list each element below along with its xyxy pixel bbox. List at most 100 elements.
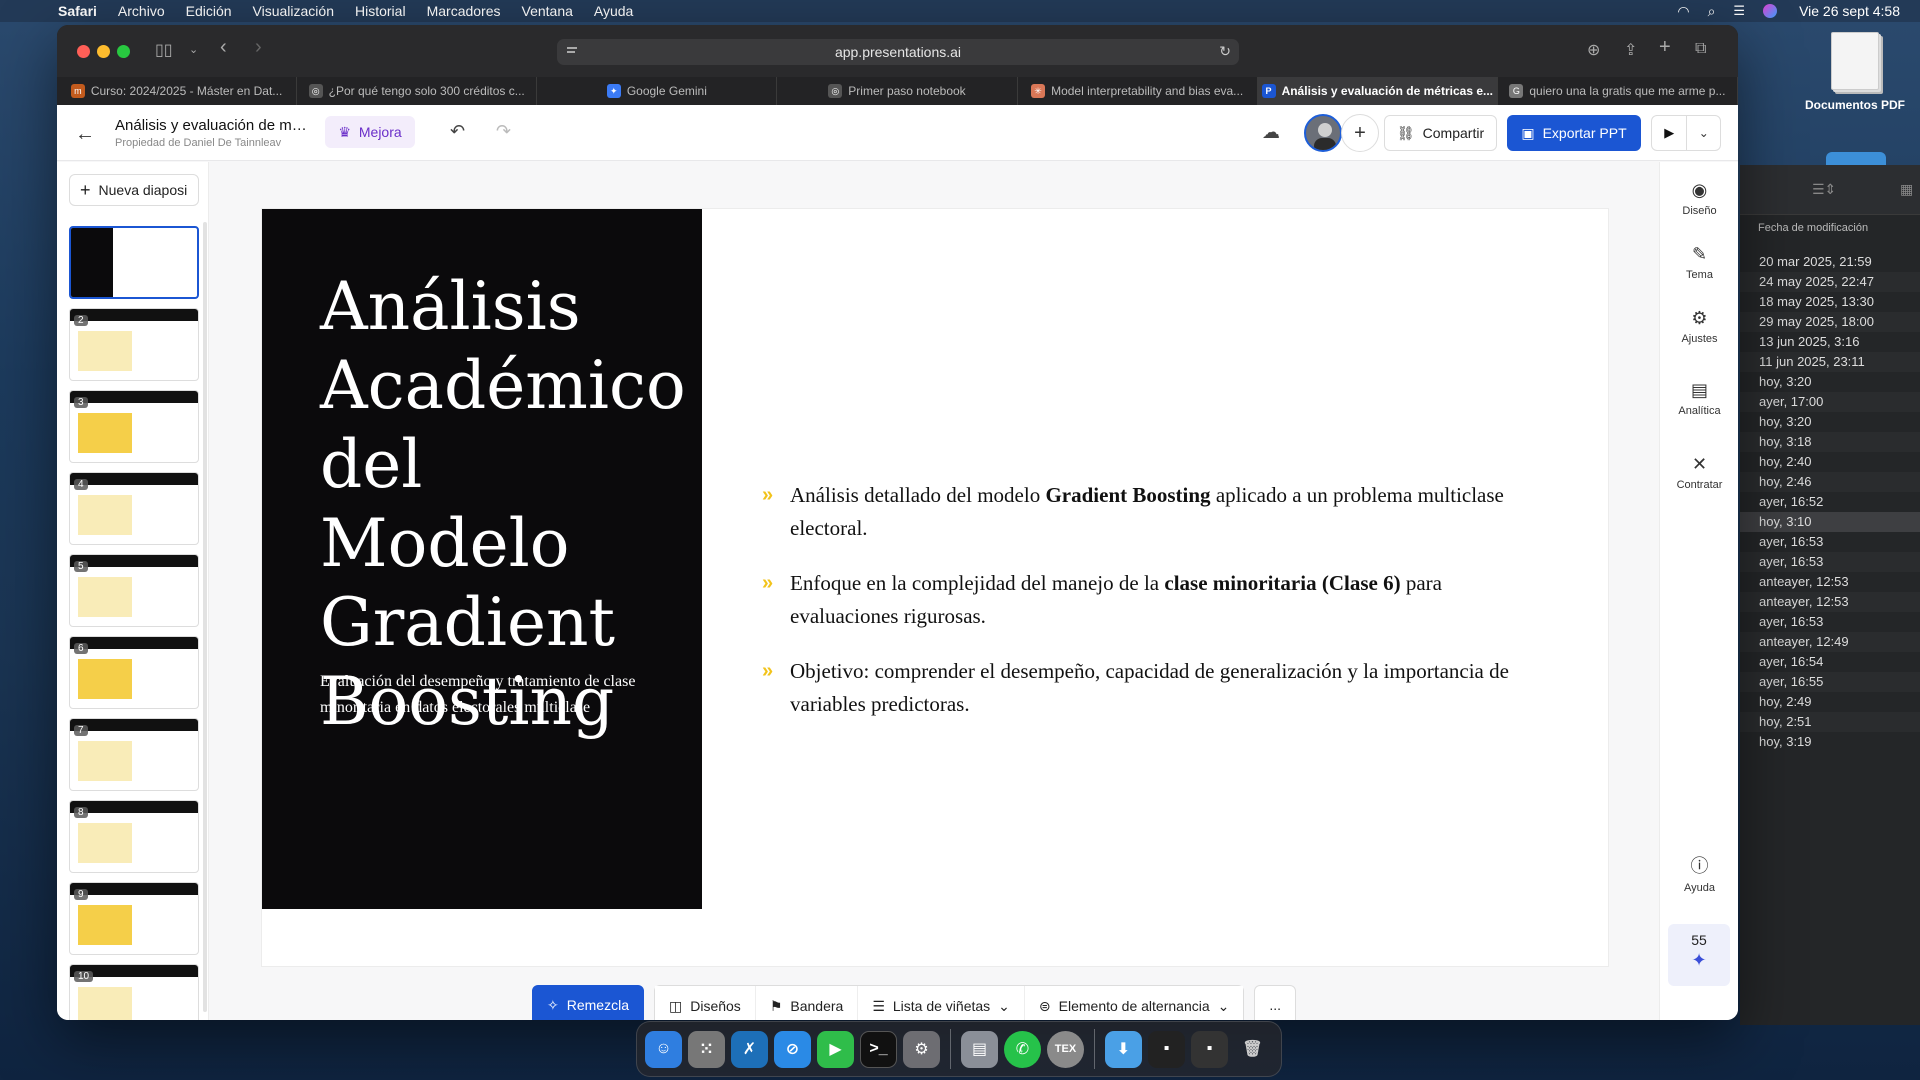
finder-row[interactable]: ayer, 16:53: [1740, 532, 1920, 552]
more-options-button[interactable]: ...: [1254, 985, 1297, 1020]
apple-icon[interactable]: [20, 2, 38, 20]
cloud-sync-icon[interactable]: ☁: [1262, 122, 1280, 143]
browser-tab[interactable]: ✦ Google Gemini: [537, 77, 778, 105]
downloads-icon[interactable]: ⊕: [1587, 40, 1600, 60]
window-thumb-icon[interactable]: ▪: [1148, 1030, 1185, 1068]
slide-thumbnail[interactable]: 2: [69, 308, 199, 381]
finder-row[interactable]: hoy, 2:40: [1740, 452, 1920, 472]
minimize-window-button[interactable]: [97, 45, 110, 58]
finder-row[interactable]: 11 jun 2025, 23:11: [1740, 352, 1920, 372]
flag-button[interactable]: ⚑ Bandera: [755, 986, 859, 1020]
slide-thumbnail[interactable]: 3: [69, 390, 199, 463]
add-collaborator-button[interactable]: +: [1341, 114, 1379, 152]
siri-icon[interactable]: [1763, 4, 1778, 18]
finder-app-icon[interactable]: ☺: [645, 1030, 682, 1068]
slide-thumbnail[interactable]: 8: [69, 800, 199, 873]
finder-row[interactable]: 13 jun 2025, 3:16: [1740, 332, 1920, 352]
settings-tool[interactable]: ⚙ Ajustes: [1660, 308, 1738, 345]
remix-button[interactable]: ✧ Remezcla: [532, 985, 644, 1020]
finder-row[interactable]: hoy, 3:10: [1740, 512, 1920, 532]
finder-row[interactable]: hoy, 2:49: [1740, 692, 1920, 712]
share-button[interactable]: ⛓ Compartir: [1384, 115, 1497, 151]
menu-historial[interactable]: Historial: [355, 3, 406, 19]
terminal-app-icon[interactable]: >_: [860, 1030, 897, 1068]
menu-ayuda[interactable]: Ayuda: [594, 3, 633, 19]
finder-row[interactable]: 18 may 2025, 13:30: [1740, 292, 1920, 312]
toggle-element-dropdown[interactable]: ⊜ Elemento de alternancia ⌄: [1024, 986, 1244, 1020]
facetime-app-icon[interactable]: ▶: [817, 1030, 854, 1068]
slide-subtitle[interactable]: Evaluación del desempeño y tratamiento d…: [320, 669, 640, 721]
slide-canvas[interactable]: Análisis Académico del Modelo Gradient B…: [262, 209, 1608, 966]
slide-thumbnail[interactable]: 4: [69, 472, 199, 545]
forward-icon[interactable]: ›: [255, 36, 262, 59]
finder-row[interactable]: hoy, 3:18: [1740, 432, 1920, 452]
control-center-icon[interactable]: ☰: [1733, 3, 1745, 19]
page-settings-icon[interactable]: [565, 44, 579, 58]
finder-row[interactable]: hoy, 3:20: [1740, 372, 1920, 392]
vscode-app-icon[interactable]: ✗: [731, 1030, 768, 1068]
wifi-icon[interactable]: ◠: [1677, 3, 1689, 20]
window-thumb-icon[interactable]: ▪: [1191, 1030, 1228, 1068]
finder-column-header[interactable]: Fecha de modificación: [1740, 222, 1920, 240]
design-tool[interactable]: ◉ Diseño: [1660, 180, 1738, 217]
finder-row[interactable]: anteayer, 12:49: [1740, 632, 1920, 652]
list-item[interactable]: » Enfoque en la complejidad del manejo d…: [762, 567, 1522, 633]
avatar[interactable]: [1304, 114, 1342, 152]
finder-row[interactable]: anteayer, 12:53: [1740, 592, 1920, 612]
search-icon[interactable]: ⌕: [1708, 3, 1716, 20]
share-icon[interactable]: ⇪: [1624, 40, 1637, 60]
finder-row[interactable]: hoy, 3:19: [1740, 732, 1920, 752]
browser-tab[interactable]: ◎ ¿Por qué tengo solo 300 créditos c...: [297, 77, 538, 105]
launchpad-app-icon[interactable]: ⁙: [688, 1030, 725, 1068]
export-ppt-button[interactable]: ▣ Exportar PPT: [1507, 115, 1641, 151]
undo-icon[interactable]: ↶: [450, 121, 465, 142]
slide-thumbnail[interactable]: 6: [69, 636, 199, 709]
tex-app-icon[interactable]: TEX: [1047, 1030, 1084, 1068]
browser-tab[interactable]: ◎ Primer paso notebook: [777, 77, 1018, 105]
system-settings-app-icon[interactable]: ⚙: [903, 1030, 940, 1068]
list-view-icon[interactable]: ☰⇕: [1812, 181, 1836, 198]
hire-tool[interactable]: ✕ Contratar: [1660, 454, 1738, 491]
address-bar[interactable]: app.presentations.ai ↻: [557, 39, 1239, 65]
grid-view-icon[interactable]: ▦: [1900, 181, 1913, 198]
redo-icon[interactable]: ↷: [496, 121, 511, 142]
slide-thumbnail[interactable]: 7: [69, 718, 199, 791]
chevron-down-icon[interactable]: ⌄: [189, 43, 198, 56]
close-window-button[interactable]: [77, 45, 90, 58]
browser-tab[interactable]: Gquiero una la gratis que me arme p...: [1498, 77, 1738, 105]
finder-row[interactable]: hoy, 2:46: [1740, 472, 1920, 492]
new-tab-icon[interactable]: +: [1659, 36, 1671, 59]
finder-row[interactable]: hoy, 3:20: [1740, 412, 1920, 432]
safari-app-icon[interactable]: ⊘: [774, 1030, 811, 1068]
back-arrow-icon[interactable]: ←: [75, 123, 95, 146]
preview-app-icon[interactable]: ▤: [961, 1030, 998, 1068]
desktop-pdf-folder[interactable]: Documentos PDF: [1800, 32, 1910, 112]
play-icon[interactable]: ▶: [1652, 116, 1688, 150]
upgrade-button[interactable]: ♛ Mejora: [325, 116, 415, 148]
finder-row[interactable]: 29 may 2025, 18:00: [1740, 312, 1920, 332]
list-item[interactable]: » Objetivo: comprender el desempeño, cap…: [762, 655, 1522, 721]
menu-visualizacion[interactable]: Visualización: [253, 3, 334, 19]
slide-thumbnail[interactable]: 9: [69, 882, 199, 955]
slide-thumbnail[interactable]: [69, 226, 199, 299]
menu-ventana[interactable]: Ventana: [522, 3, 573, 19]
new-slide-button[interactable]: + Nueva diaposi: [69, 174, 199, 206]
analytics-tool[interactable]: ▤ Analítica: [1660, 380, 1738, 417]
menu-archivo[interactable]: Archivo: [118, 3, 165, 19]
credits-button[interactable]: 55 ✦: [1668, 924, 1730, 986]
menubar-clock[interactable]: Vie 26 sept 4:58: [1799, 3, 1900, 19]
menu-edicion[interactable]: Edición: [186, 3, 232, 19]
browser-tab[interactable]: m Curso: 2024/2025 - Máster en Dat...: [57, 77, 298, 105]
whatsapp-app-icon[interactable]: ✆: [1004, 1030, 1041, 1068]
back-icon[interactable]: ‹: [220, 36, 227, 59]
finder-row[interactable]: anteayer, 12:53: [1740, 572, 1920, 592]
finder-row[interactable]: 20 mar 2025, 21:59: [1740, 252, 1920, 272]
document-title[interactable]: Análisis y evaluación de mét...: [115, 117, 315, 134]
finder-row[interactable]: ayer, 16:53: [1740, 552, 1920, 572]
slide-thumbnail[interactable]: 5: [69, 554, 199, 627]
chevron-down-icon[interactable]: ⌄: [1687, 116, 1720, 150]
sidebar-toggle-icon[interactable]: ▯▯: [155, 40, 173, 60]
trash-icon[interactable]: 🗑: [1234, 1031, 1271, 1068]
reload-icon[interactable]: ↻: [1219, 43, 1231, 60]
finder-row[interactable]: hoy, 2:51: [1740, 712, 1920, 732]
